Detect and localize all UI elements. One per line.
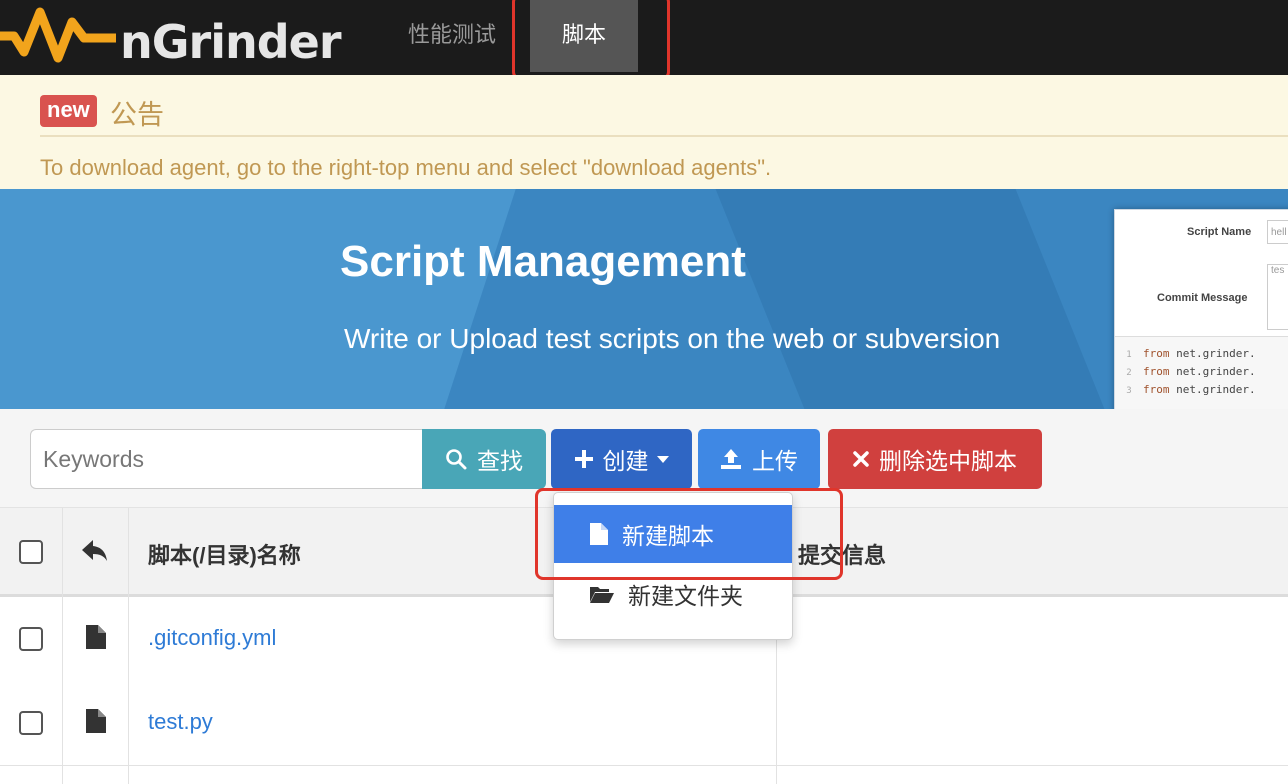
banner-title: Script Management (340, 237, 746, 286)
delete-selected-button[interactable]: 删除选中脚本 (828, 429, 1042, 489)
new-badge: new (40, 95, 97, 127)
script-management-banner: Script Management Write or Upload test s… (0, 189, 1288, 409)
create-dropdown-button[interactable]: 创建 (551, 429, 692, 489)
column-divider (128, 508, 129, 784)
preview-script-name-field: hell (1267, 220, 1288, 244)
search-icon (445, 448, 467, 470)
folder-open-icon (590, 585, 614, 603)
code-line: 2 from net.grinder. (1115, 365, 1256, 378)
delete-button-label: 删除选中脚本 (879, 448, 1017, 474)
code-line: 3 from net.grinder. (1115, 383, 1256, 396)
caret-down-icon (656, 455, 669, 463)
parent-directory-icon[interactable] (82, 540, 108, 567)
line-number: 3 (1126, 386, 1132, 396)
notice-panel: new 公告 To download agent, go to the righ… (0, 75, 1288, 189)
brand-logo[interactable]: nGrinder (0, 0, 342, 75)
select-all-checkbox[interactable] (19, 540, 43, 564)
notice-divider (40, 135, 1288, 137)
column-header-name[interactable]: 脚本(/目录)名称 (148, 538, 301, 570)
code-text: net.grinder. (1169, 365, 1256, 378)
file-icon (86, 709, 106, 738)
search-button[interactable]: 查找 (422, 429, 546, 489)
code-text: net.grinder. (1169, 347, 1256, 360)
code-line: 1 from net.grinder. (1115, 347, 1256, 360)
column-divider (62, 508, 63, 784)
code-keyword: from (1143, 365, 1170, 378)
file-icon (86, 625, 106, 654)
banner-subtitle: Write or Upload test scripts on the web … (344, 323, 1001, 354)
row-checkbox[interactable] (19, 627, 43, 651)
table-row: test.py (0, 681, 1288, 766)
code-text: net.grinder. (1169, 383, 1256, 396)
new-script-highlight (535, 488, 843, 580)
script-editor-preview: Script Name hell Commit Message tes 1 fro… (1114, 209, 1288, 409)
notice-title: 公告 (110, 100, 164, 130)
upload-button-label: 上传 (752, 448, 798, 474)
upload-icon (720, 449, 742, 469)
nav-performance-test[interactable]: 性能测试 (404, 0, 500, 72)
banner-decoration (715, 189, 1105, 409)
preview-script-name-label: Script Name (1187, 226, 1252, 238)
script-file-link[interactable]: .gitconfig.yml (148, 625, 276, 651)
search-button-label: 查找 (477, 448, 523, 474)
top-navbar: nGrinder 性能测试 脚本 (0, 0, 1288, 80)
preview-code-area: 1 from net.grinder. 2 from net.grinder. 3 f… (1115, 336, 1288, 409)
code-keyword: from (1143, 383, 1170, 396)
keyword-search-input[interactable] (30, 429, 424, 489)
close-icon (853, 451, 869, 467)
preview-commit-message-field: tes (1267, 264, 1288, 330)
code-keyword: from (1143, 347, 1170, 360)
pulse-logo-icon (0, 7, 116, 63)
script-file-link[interactable]: test.py (148, 709, 213, 735)
preview-commit-message-label: Commit Message (1157, 292, 1248, 304)
menu-item-label: 新建文件夹 (628, 583, 743, 609)
notice-message: To download agent, go to the right-top m… (40, 155, 772, 180)
create-button-label: 创建 (602, 448, 649, 474)
line-number: 1 (1126, 350, 1132, 360)
plus-icon (574, 450, 593, 468)
upload-button[interactable]: 上传 (698, 429, 820, 489)
line-number: 2 (1126, 368, 1132, 378)
brand-name: nGrinder (120, 14, 342, 69)
row-checkbox[interactable] (19, 711, 43, 735)
nav-script-highlight (512, 0, 670, 80)
banner-decoration (0, 189, 516, 409)
